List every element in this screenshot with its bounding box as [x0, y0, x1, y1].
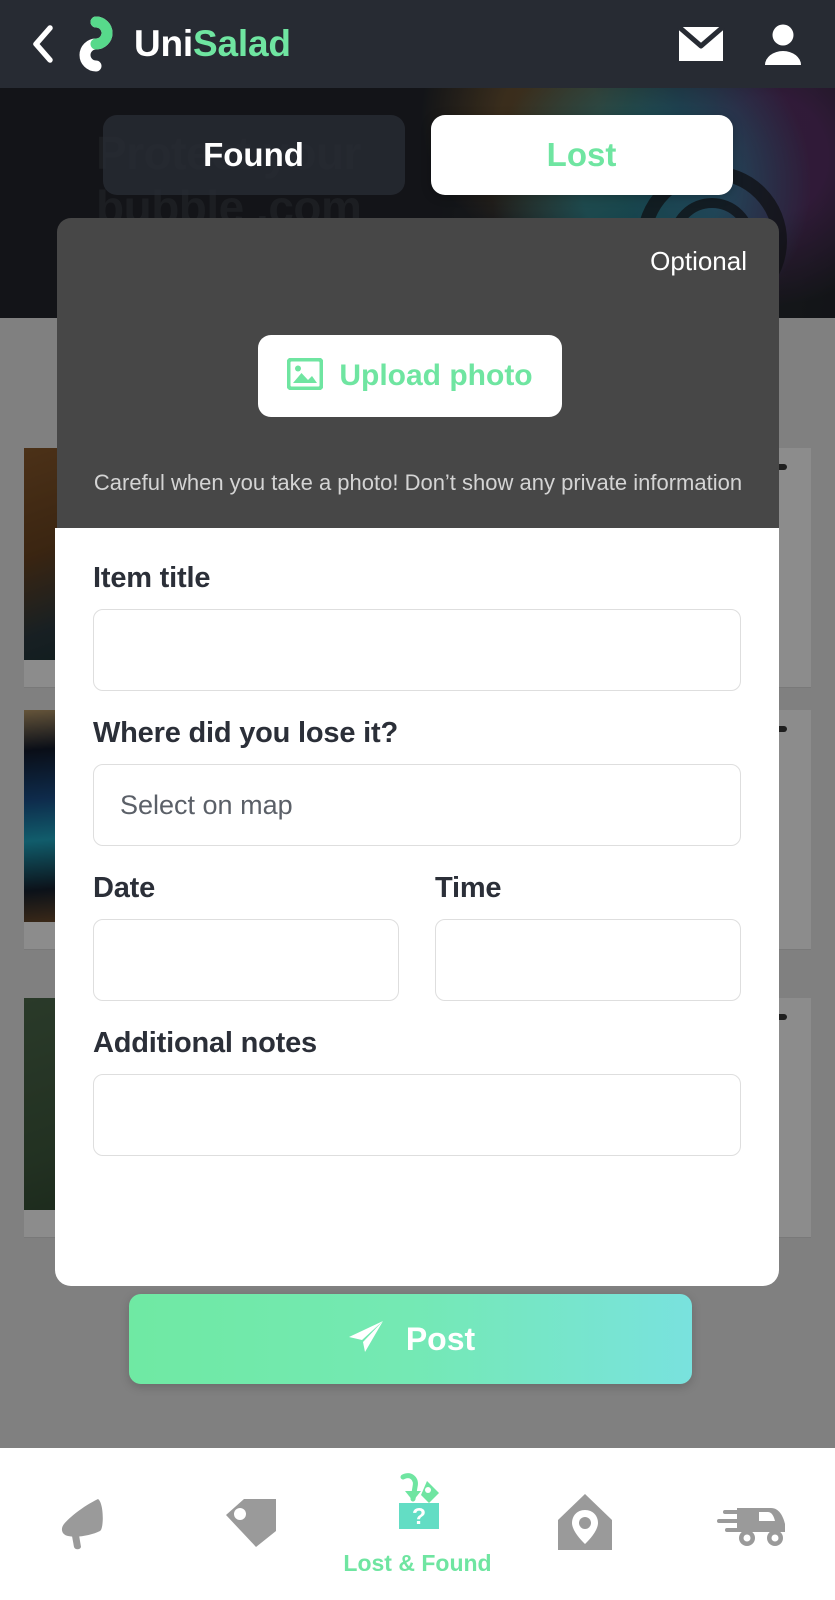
nav-item-tag[interactable] [167, 1448, 334, 1600]
brand-prefix: Uni [134, 23, 194, 64]
notes-label: Additional notes [93, 1027, 317, 1059]
image-icon [286, 357, 324, 395]
send-icon [346, 1318, 386, 1361]
person-icon[interactable] [757, 18, 809, 70]
tab-found-label: Found [203, 136, 304, 173]
photo-upload-panel: Optional Upload photo Careful when you t… [57, 218, 779, 530]
upload-photo-button[interactable]: Upload photo [258, 335, 562, 417]
nav-item-megaphone[interactable] [0, 1448, 167, 1600]
nav-item-lost-and-found[interactable]: ? Lost & Found [334, 1448, 501, 1600]
post-button[interactable]: Post [129, 1294, 692, 1384]
megaphone-icon [52, 1491, 116, 1558]
tab-found[interactable]: Found [102, 115, 405, 195]
back-button[interactable] [26, 24, 60, 64]
location-input[interactable] [93, 764, 741, 846]
nav-item-housing[interactable] [501, 1448, 668, 1600]
notes-input[interactable] [93, 1074, 741, 1156]
tag-icon [220, 1493, 282, 1556]
field-notes: Additional notes [93, 1027, 741, 1156]
item-title-label: Item title [93, 562, 211, 594]
optional-label: Optional [650, 246, 747, 276]
brand-suffix: Salad [193, 23, 291, 64]
app-header: UniSalad [0, 0, 835, 88]
date-label: Date [93, 872, 156, 904]
tab-lost[interactable]: Lost [430, 115, 733, 195]
tab-lost-label: Lost [546, 136, 617, 173]
bottom-navigation: ? Lost & Found [0, 1448, 835, 1600]
field-location: Where did you lose it? [93, 717, 741, 846]
item-title-input[interactable] [93, 609, 741, 691]
post-label: Post [405, 1320, 476, 1357]
time-input[interactable] [435, 919, 741, 1001]
field-date: Date [93, 872, 399, 1001]
date-time-row: Date Time [93, 872, 741, 1001]
field-item-title: Item title [93, 562, 741, 691]
nav-item-delivery[interactable] [668, 1448, 835, 1600]
lost-found-box-icon: ? [383, 1471, 453, 1544]
photo-privacy-hint: Careful when you take a photo! Don’t sho… [93, 470, 743, 495]
mail-icon[interactable] [675, 18, 727, 70]
app-root: Protect your bubble .com [0, 0, 835, 1600]
lost-item-form: Item title Where did you lose it? Date T… [55, 528, 779, 1286]
delivery-truck-icon [713, 1494, 791, 1555]
lost-found-tabs: Found Lost [0, 115, 835, 199]
brand-title: UniSalad [134, 23, 291, 65]
svg-text:?: ? [411, 1503, 425, 1529]
date-input[interactable] [93, 919, 399, 1001]
upload-photo-label: Upload photo [339, 359, 533, 392]
unisalad-logo-icon [70, 16, 122, 72]
time-label: Time [435, 872, 502, 904]
field-time: Time [435, 872, 741, 1001]
location-label: Where did you lose it? [93, 717, 398, 749]
nav-label-lost-and-found: Lost & Found [343, 1550, 492, 1576]
home-pin-icon [554, 1490, 616, 1559]
